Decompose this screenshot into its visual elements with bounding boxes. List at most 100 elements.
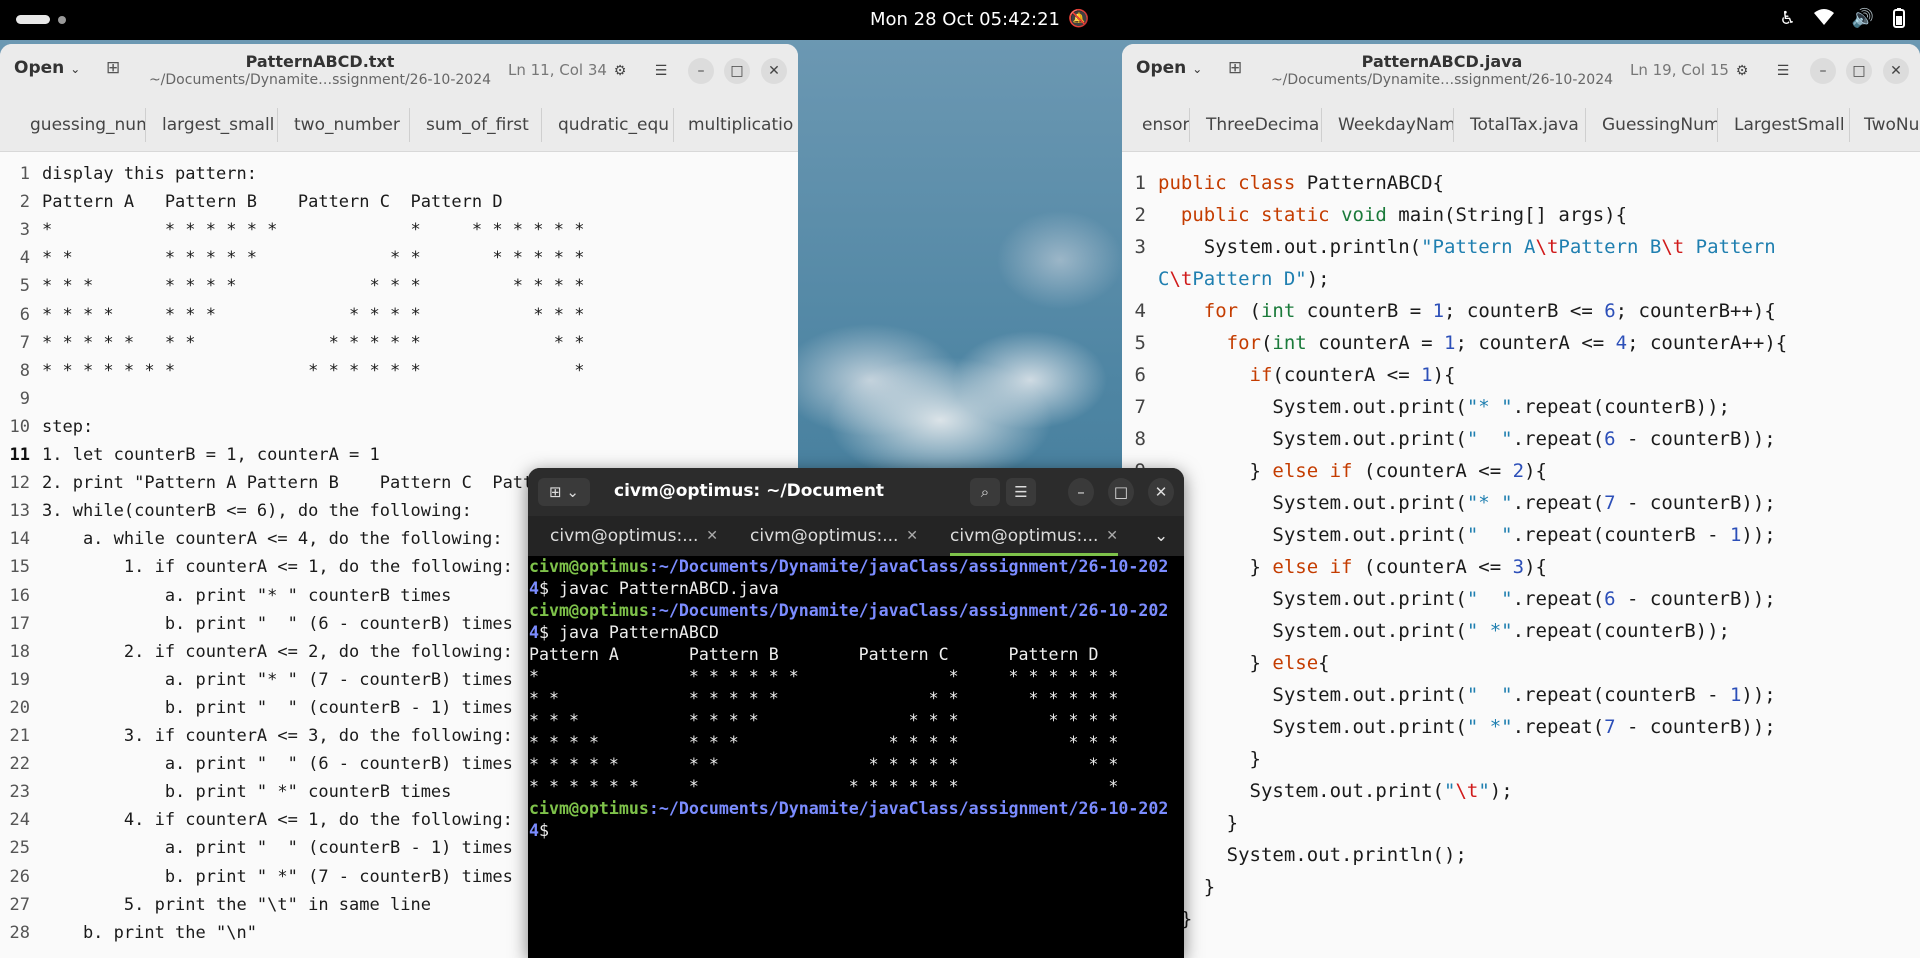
top-bar: Mon 28 Oct 05:42:21 🔕 ♿ 🔊 (0, 0, 1920, 40)
close-tab-icon[interactable]: ✕ (1106, 516, 1118, 553)
file-name: PatternABCD.txt (245, 52, 395, 71)
tab[interactable]: guessing_num (20, 108, 146, 142)
new-tab-icon[interactable]: ⊞ (1228, 58, 1242, 78)
tabs-overflow-chevron-icon[interactable]: ⌄ (1154, 516, 1174, 556)
terminal-tab-bar: civm@optimus:... ✕ civm@optimus:... ✕ civm… (528, 516, 1184, 556)
settings-gear-icon[interactable]: ⚙ (1729, 58, 1755, 84)
tab[interactable]: sum_of_first (416, 108, 542, 142)
cursor-position[interactable]: Ln 11, Col 34 (508, 61, 607, 79)
chevron-down-icon: ⌄ (1192, 62, 1203, 76)
terminal-tab[interactable]: civm@optimus:... ✕ (550, 516, 718, 556)
tab[interactable]: TotalTax.java (1460, 108, 1586, 142)
line-number: 14 (9, 529, 30, 550)
line-text: a. print "* " counterB times (42, 585, 452, 606)
settings-gear-icon[interactable]: ⚙ (607, 58, 633, 84)
tab[interactable]: TwoNu (1854, 108, 1920, 142)
line-text: * * * * * * * * * * * * * * (42, 220, 585, 241)
terminal-title: civm@optimus: ~/Documents/Dynam... (614, 481, 884, 501)
line-text: 1. if counterA <= 1, do the following: (42, 557, 513, 578)
file-path: ~/Documents/Dynamite…ssignment/26-10-202… (148, 72, 492, 88)
maximize-icon[interactable]: □ (1108, 478, 1134, 506)
line-number: 10 (9, 416, 30, 437)
new-tab-dropdown-button[interactable]: ⊞ ⌄ (538, 478, 590, 506)
minimize-icon[interactable]: – (688, 58, 714, 84)
volume-icon[interactable]: 🔊 (1852, 8, 1874, 33)
open-label: Open (1136, 58, 1187, 78)
tab[interactable]: GuessingNum (1592, 108, 1718, 142)
output-line: Pattern A Pattern B Pattern C Pattern D (529, 645, 1099, 664)
file-name: PatternABCD.java (1361, 52, 1523, 71)
line-text: * * * * * * * * * * * * * * (42, 304, 585, 325)
terminal-header: ⊞ ⌄ civm@optimus: ~/Documents/Dynam... ⌕… (528, 468, 1184, 516)
command-line: 4$ javac PatternABCD.java (529, 579, 779, 598)
line-text: a. print " " (6 - counterB) times (42, 754, 513, 775)
command-line: 4$ (529, 821, 549, 840)
tab[interactable]: qudratic_equ (548, 108, 674, 142)
line-text: step: (42, 416, 94, 437)
tab[interactable]: LargestSmall (1724, 108, 1850, 142)
line-text: b. print " *" counterB times (42, 782, 452, 803)
header-bar: Open ⌄ ⊞ PatternABCD.java ~/Documents/Dyn… (1122, 44, 1920, 100)
system-tray[interactable]: ♿ 🔊 (1779, 8, 1906, 33)
line-text: Pattern A Pattern B Pattern C Pattern D (42, 192, 503, 213)
tab[interactable]: largest_small (152, 108, 278, 142)
open-label: Open (14, 58, 65, 78)
hamburger-menu-icon[interactable]: ☰ (1006, 478, 1036, 506)
tab[interactable]: WeekdayNam (1328, 108, 1454, 142)
battery-icon[interactable] (1892, 8, 1906, 33)
output-line: * * * * * * * * * * * * * * (529, 667, 1119, 686)
line-number: 1 (19, 164, 30, 184)
line-number: 4 (19, 248, 30, 269)
minimize-icon[interactable]: – (1068, 478, 1094, 506)
workspace-dot-icon[interactable] (58, 16, 66, 24)
hamburger-menu-icon[interactable]: ☰ (648, 58, 674, 84)
close-tab-icon[interactable]: ✕ (706, 516, 718, 556)
line-text: * * * * * * * * * * * * * * (42, 332, 585, 353)
maximize-icon[interactable]: □ (724, 58, 750, 84)
line-number: 18 (9, 641, 30, 662)
search-icon[interactable]: ⌕ (970, 478, 1000, 506)
minimize-icon[interactable]: – (1810, 58, 1836, 84)
tab-bar: ensor ThreeDecima WeekdayNam TotalTax.ja… (1122, 100, 1920, 152)
line-text: * * * * * * * * * * * * * * (42, 360, 585, 381)
close-icon[interactable]: ✕ (1883, 58, 1909, 84)
activities-pill-icon[interactable] (16, 15, 50, 24)
open-button[interactable]: Open ⌄ (14, 58, 80, 78)
code-area[interactable]: 1 public class PatternABCD{ 2 public stat… (1122, 152, 1920, 958)
cursor-position[interactable]: Ln 19, Col 15 (1630, 61, 1729, 79)
tab[interactable]: ensor (1132, 108, 1190, 142)
header-bar: Open ⌄ ⊞ PatternABCD.txt ~/Documents/Dyna… (0, 44, 798, 100)
line-text: * * * * * * * * * * * * * * (42, 276, 585, 297)
close-icon[interactable]: ✕ (761, 58, 787, 84)
window-title: PatternABCD.java ~/Documents/Dynamite…ss… (1262, 52, 1622, 88)
open-button[interactable]: Open ⌄ (1136, 58, 1202, 78)
tab[interactable]: multiplicatio (678, 108, 798, 142)
line-number: 27 (9, 894, 30, 915)
output-line: * * * * * * * * * * * * * * (529, 755, 1119, 774)
tab[interactable]: two_number (284, 108, 410, 142)
accessibility-icon[interactable]: ♿ (1779, 8, 1795, 33)
clock[interactable]: Mon 28 Oct 05:42:21 (870, 9, 1060, 30)
terminal-output[interactable]: civm@optimus:~/Documents/Dynamite/javaCl… (529, 556, 1184, 958)
line-number: 15 (9, 557, 30, 578)
close-icon[interactable]: ✕ (1148, 478, 1174, 506)
line-text: b. print " " (6 - counterB) times (42, 613, 513, 634)
terminal-window: ⊞ ⌄ civm@optimus: ~/Documents/Dynam... ⌕… (528, 468, 1184, 958)
hamburger-menu-icon[interactable]: ☰ (1770, 58, 1796, 84)
maximize-icon[interactable]: □ (1846, 58, 1872, 84)
terminal-tab[interactable]: civm@optimus:... ✕ (750, 516, 918, 556)
tab[interactable]: ThreeDecima (1196, 108, 1322, 142)
line-number: 9 (19, 388, 30, 409)
new-tab-icon[interactable]: ⊞ (106, 58, 120, 78)
line-number: 12 (9, 473, 30, 494)
line-number: 25 (9, 838, 30, 859)
line-text: 1. let counterB = 1, counterA = 1 (42, 445, 380, 465)
line-number: 23 (9, 782, 30, 803)
close-tab-icon[interactable]: ✕ (906, 516, 918, 556)
line-text: * * * * * * * * * * * * * * (42, 248, 585, 269)
terminal-tab-active[interactable]: civm@optimus:... ✕ (950, 516, 1118, 556)
wifi-icon[interactable] (1813, 8, 1834, 33)
line-text: 5. print the "\t" in same line (42, 894, 431, 915)
terminal-tab-label: civm@optimus:... (750, 526, 899, 546)
terminal-tab-label: civm@optimus:... (550, 526, 699, 546)
